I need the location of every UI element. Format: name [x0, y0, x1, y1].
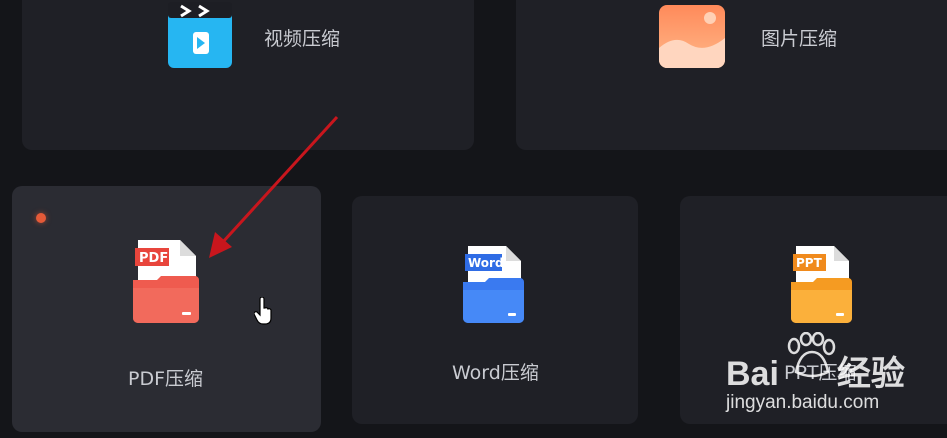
ppt-folder-icon: PPT	[791, 246, 852, 323]
image-file-icon	[659, 5, 725, 68]
word-compress-label: Word压缩	[452, 362, 539, 384]
hand-cursor-icon	[254, 297, 272, 325]
image-compress-label: 图片压缩	[761, 28, 838, 50]
image-compress-card[interactable]: 图片压缩	[516, 0, 947, 150]
video-compress-card[interactable]: 视频压缩	[22, 0, 474, 150]
ppt-compress-label: PPT压缩	[784, 362, 857, 384]
pdf-compress-card[interactable]: PDF PDF压缩	[12, 186, 321, 432]
pdf-badge-text: PDF	[139, 251, 168, 266]
ppt-compress-card[interactable]: PPT PPT压缩	[680, 196, 947, 424]
ppt-badge-text: PPT	[796, 256, 823, 270]
pdf-compress-label: PDF压缩	[128, 368, 204, 390]
word-badge-text: Word	[468, 256, 504, 270]
pdf-folder-icon: PDF	[133, 240, 199, 323]
video-file-icon	[168, 2, 232, 68]
video-compress-label: 视频压缩	[264, 28, 341, 50]
status-dot	[36, 213, 46, 223]
word-folder-icon: Word	[463, 246, 524, 323]
word-compress-card[interactable]: Word Word压缩	[352, 196, 638, 424]
